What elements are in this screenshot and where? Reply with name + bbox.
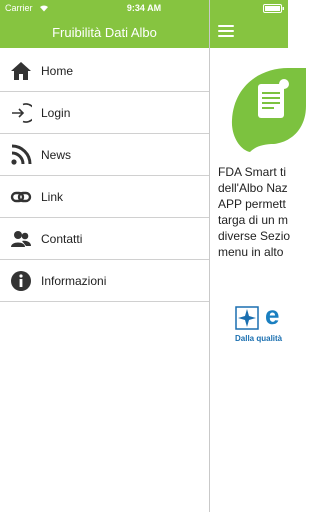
home-icon	[11, 62, 31, 80]
description-line: targa di un m	[218, 213, 289, 227]
menu-item-contatti[interactable]: Contatti	[0, 218, 209, 260]
menu-item-label: Login	[41, 106, 71, 120]
info-icon	[11, 271, 31, 291]
brand-tagline: Dalla qualità	[235, 334, 283, 343]
main-description: FDA Smart ti dell'Albo Naz APP permett t…	[218, 164, 320, 260]
drawer-menu: Home Login News Link Contatti Informazio…	[0, 50, 209, 302]
menu-item-home[interactable]: Home	[0, 50, 209, 92]
hamburger-menu-icon[interactable]	[218, 25, 234, 37]
description-line: diverse Sezio	[218, 229, 291, 243]
menu-item-label: Link	[41, 190, 64, 204]
brand-logo: e Dalla qualità	[235, 300, 320, 344]
link-icon	[10, 191, 32, 203]
brand-emblem-icon	[235, 306, 259, 330]
login-icon	[12, 103, 32, 123]
menu-item-label: News	[41, 148, 72, 162]
menu-item-login[interactable]: Login	[0, 92, 209, 134]
brand-wordmark: e	[265, 300, 280, 330]
rss-icon	[11, 144, 32, 165]
status-time: 9:34 AM	[126, 3, 162, 13]
menu-item-news[interactable]: News	[0, 134, 209, 176]
description-line: FDA Smart ti	[218, 165, 287, 179]
status-bar: Carrier 9:34 AM	[0, 0, 288, 16]
menu-item-label: Home	[41, 64, 74, 78]
app-leaf-logo	[231, 68, 306, 152]
description-line: APP permett	[218, 197, 286, 211]
contacts-icon	[11, 231, 31, 247]
menu-item-label: Contatti	[41, 232, 83, 246]
description-line: dell'Albo Naz	[218, 181, 288, 195]
menu-item-label: Informazioni	[41, 274, 107, 288]
description-line: menu in alto	[218, 245, 284, 259]
navigation-drawer: Fruibilità Dati Albo Home Login News Lin…	[0, 0, 210, 512]
menu-item-link[interactable]: Link	[0, 176, 209, 218]
battery-icon	[263, 4, 284, 13]
drawer-title: Fruibilità Dati Albo	[52, 25, 157, 40]
menu-item-informazioni[interactable]: Informazioni	[0, 260, 209, 302]
